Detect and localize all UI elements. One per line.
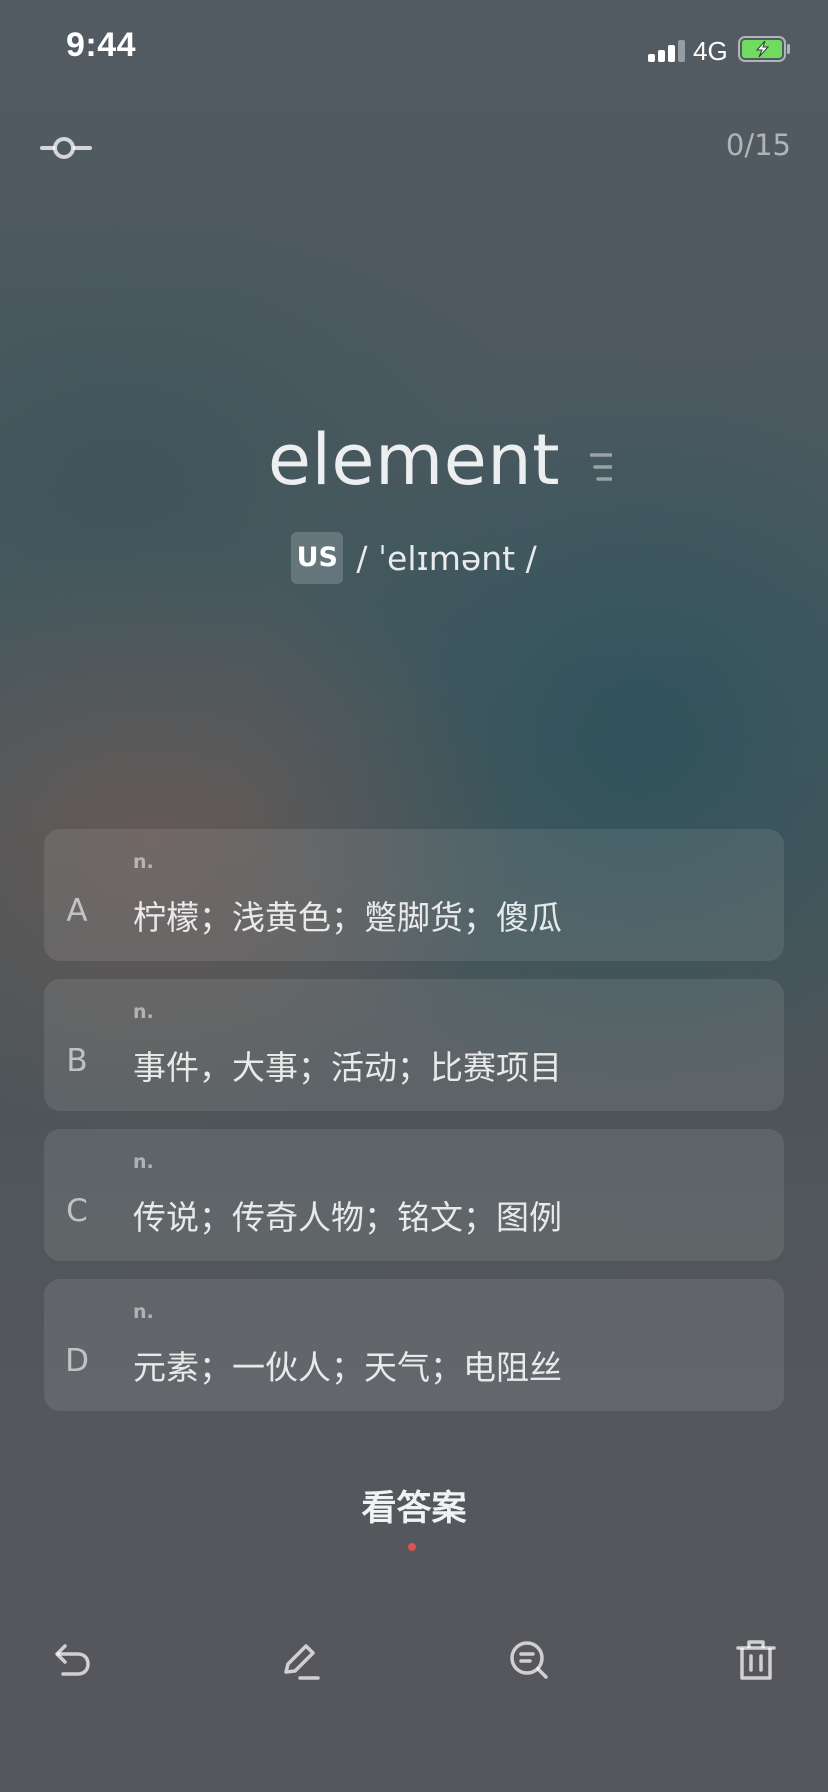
undo-icon [55,1644,90,1676]
option-letter: D [65,1343,89,1379]
word-area: element [0,410,828,530]
progress-count: 0/15 [725,128,791,162]
status-bar: 9:44 4G [0,0,828,100]
option-letter: A [66,893,88,929]
option-a[interactable]: A n. 柠檬；浅黄色；蹩脚货；傻瓜 [44,829,784,961]
quiz-screen: 9:44 4G 0/15 element US / ˈelɪmənt / A n… [0,0,828,1792]
edit-icon [284,1644,320,1680]
option-c[interactable]: C n. 传说；传奇人物；铭文；图例 [44,1129,784,1261]
word-text: element [267,419,561,501]
option-b[interactable]: B n. 事件，大事；活动；比赛项目 [44,979,784,1111]
show-answer-button[interactable]: 看答案 [314,1480,514,1531]
option-meaning: 传说；传奇人物；铭文；图例 [133,1198,562,1237]
battery-charging-icon [738,36,792,62]
part-of-speech: n. [133,851,154,873]
option-meaning: 柠檬；浅黄色；蹩脚货；傻瓜 [133,898,562,937]
slider-icon[interactable] [40,130,92,166]
indicator-dot [408,1543,416,1551]
accent-badge[interactable]: US [291,532,344,584]
edit-button[interactable] [271,1632,327,1688]
option-d[interactable]: D n. 元素；一伙人；天气；电阻丝 [44,1279,784,1411]
option-letter: C [66,1193,88,1229]
menu-lines-icon[interactable] [589,452,613,482]
search-detail-icon [510,1641,548,1679]
trash-icon [736,1640,776,1680]
part-of-speech: n. [133,1151,154,1173]
option-meaning: 事件，大事；活动；比赛项目 [133,1048,562,1087]
search-detail-button[interactable] [501,1632,557,1688]
option-meaning: 元素；一伙人；天气；电阻丝 [133,1348,562,1387]
network-type: 4G [693,36,728,66]
status-time: 9:44 [66,26,137,64]
part-of-speech: n. [133,1301,154,1323]
part-of-speech: n. [133,1001,154,1023]
undo-button[interactable] [44,1632,100,1688]
phonetic-text: / ˈelɪmənt / [356,538,537,578]
pronunciation-row[interactable]: US / ˈelɪmənt / [0,532,828,588]
cellular-signal-icon [648,38,688,62]
delete-button[interactable] [728,1632,784,1688]
option-letter: B [66,1043,88,1079]
